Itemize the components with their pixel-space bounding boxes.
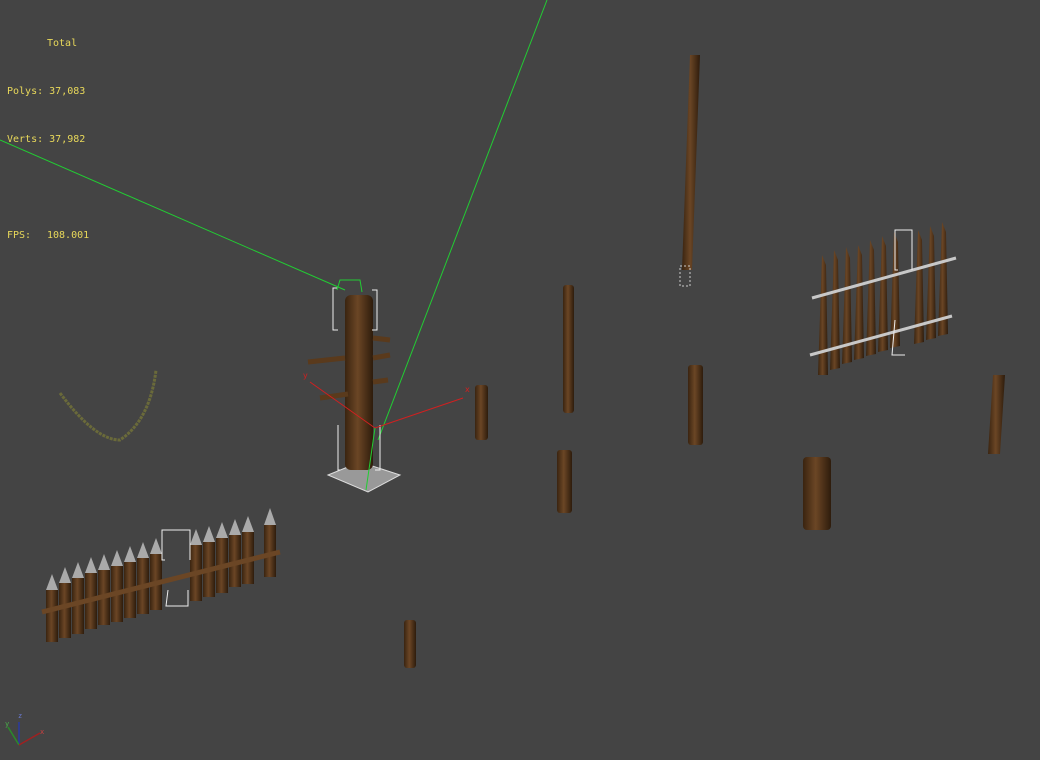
gizmo-y-label: y xyxy=(303,371,308,380)
viewport-statistics: Total Polys: 37,083 Verts: 37,982 FPS: 10… xyxy=(7,4,89,260)
fence-right[interactable] xyxy=(809,222,957,375)
3d-viewport[interactable]: x y xyxy=(0,0,1040,760)
verts-label: Verts: xyxy=(7,134,44,145)
axis-y-label: y xyxy=(5,720,10,728)
stats-header: Total xyxy=(47,38,78,49)
selected-training-post[interactable]: x y xyxy=(303,279,470,493)
chain[interactable] xyxy=(58,369,158,442)
polys-label: Polys: xyxy=(7,86,44,97)
axis-z-label: z xyxy=(18,712,23,720)
fence-left[interactable] xyxy=(41,508,281,642)
tall-pole[interactable] xyxy=(679,55,700,287)
gizmo-x-label: x xyxy=(465,385,470,394)
axis-tripod xyxy=(7,722,41,746)
axis-x-label: x xyxy=(40,728,45,736)
verts-value: 37,982 xyxy=(49,134,86,145)
polys-value: 37,083 xyxy=(49,86,86,97)
fps-label: FPS: xyxy=(7,230,32,241)
fps-value: 108.001 xyxy=(47,230,90,241)
